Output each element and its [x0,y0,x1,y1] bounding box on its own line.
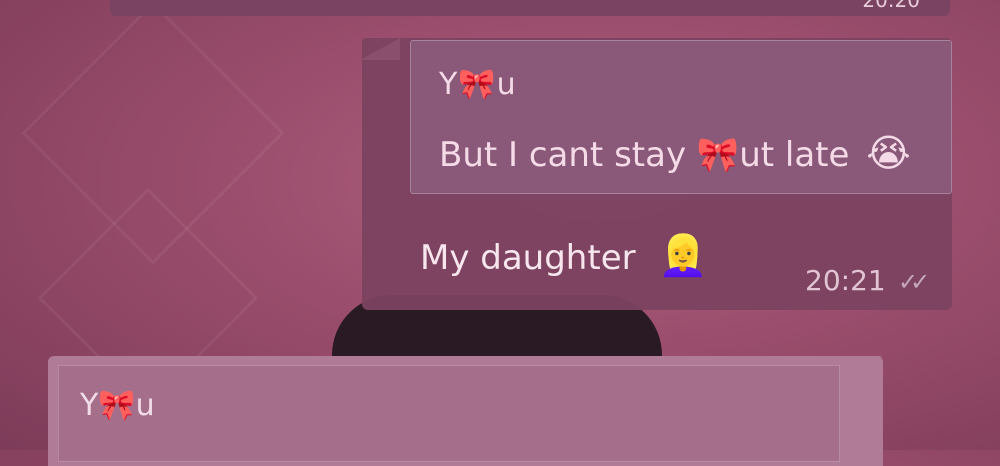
quoted-message[interactable]: Y🎀u But I cant stay 🎀ut late 😭 [410,40,952,194]
bubble-tail [360,38,400,60]
message-bubble[interactable] [110,0,950,16]
quoted-author: Y🎀u [80,388,155,423]
message-time: 20:21 [805,264,886,297]
crying-face-icon: 😭 [866,131,911,175]
bubble-tail [840,356,882,380]
message-time: 20:20 [862,0,920,12]
message-text: My daughter 👱‍♀️ [420,232,708,279]
woman-emoji-icon: 👱‍♀️ [658,233,709,279]
quoted-text: But I cant stay 🎀ut late 😭 [439,131,911,175]
quoted-text-content: But I cant stay 🎀ut late [439,135,850,175]
quoted-message[interactable] [58,365,840,462]
quoted-author: Y🎀u [439,67,517,102]
message-text-content: My daughter [420,238,636,278]
double-check-icon: ✓✓ [898,268,930,296]
